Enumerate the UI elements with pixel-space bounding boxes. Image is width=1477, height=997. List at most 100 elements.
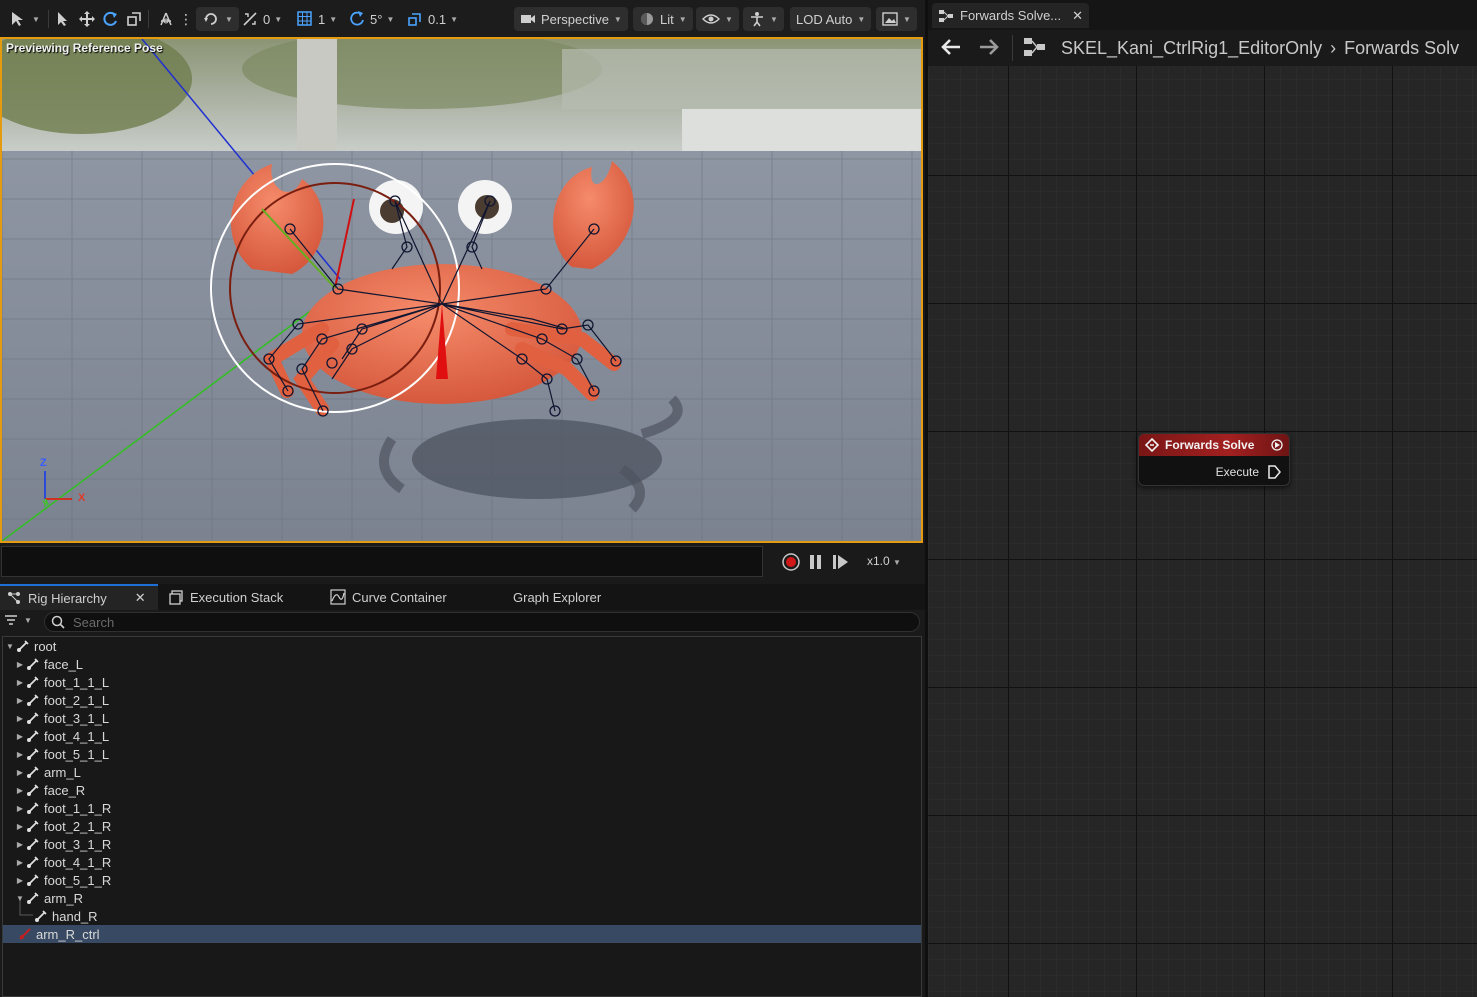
collapsed-arrow-icon[interactable]: ▶ <box>15 678 25 687</box>
execute-pin[interactable]: Execute <box>1216 464 1281 480</box>
tab-rig-hierarchy[interactable]: Rig Hierarchy ✕ <box>0 584 158 610</box>
tree-row[interactable]: ▶ face_R <box>3 781 921 799</box>
translate-tool-button[interactable] <box>78 7 96 31</box>
tree-row[interactable]: ▼ root <box>3 637 921 655</box>
expanded-arrow-icon[interactable]: ▼ <box>15 894 25 903</box>
bone-icon <box>25 675 41 689</box>
exec-pin-icon[interactable] <box>1267 464 1281 480</box>
viewport-scene <box>2 39 921 541</box>
pause-button[interactable] <box>808 553 824 574</box>
collapsed-arrow-icon[interactable]: ▶ <box>15 822 25 831</box>
expanded-arrow-icon[interactable]: ▼ <box>5 642 15 651</box>
show-flags-dropdown[interactable]: ▼ <box>696 7 739 31</box>
collapsed-arrow-icon[interactable]: ▶ <box>15 876 25 885</box>
collapsed-arrow-icon[interactable]: ▶ <box>15 804 25 813</box>
rotation-snap-dropdown[interactable]: 5° ▼ <box>348 7 394 31</box>
search-input[interactable] <box>73 614 873 630</box>
tree-row-label: face_R <box>44 782 86 798</box>
bone-icon <box>25 765 41 779</box>
tree-row[interactable]: ▶ foot_3_1_L <box>3 709 921 727</box>
tree-row[interactable]: ▶ arm_L <box>3 763 921 781</box>
collapsed-arrow-icon[interactable]: ▶ <box>15 840 25 849</box>
tab-graph-explorer[interactable]: Graph Explorer <box>507 584 607 610</box>
collapsed-arrow-icon[interactable]: ▶ <box>15 858 25 867</box>
move-icon <box>79 11 95 27</box>
node-header[interactable]: Forwards Solve <box>1139 434 1289 456</box>
grid-size-dropdown[interactable]: 1 ▼ <box>296 7 337 31</box>
close-icon[interactable]: ✕ <box>135 590 146 606</box>
tree-row[interactable]: ▼ arm_R <box>3 889 921 907</box>
breadcrumb-separator-icon: › <box>1330 37 1337 58</box>
preview-options-dropdown[interactable]: ▼ <box>743 7 784 31</box>
breadcrumb-current[interactable]: Forwards Solv <box>1344 38 1459 59</box>
tree-row[interactable]: ▶ foot_5_1_L <box>3 745 921 763</box>
forward-button[interactable] <box>978 38 1000 59</box>
forwards-solve-node[interactable]: Forwards Solve Execute <box>1138 433 1290 486</box>
tree-row[interactable]: ▶ foot_3_1_R <box>3 835 921 853</box>
axis-x-label: X <box>78 492 86 504</box>
playback-speed-dropdown[interactable]: x1.0 ▼ <box>867 554 901 568</box>
bone-icon <box>25 855 41 869</box>
graph-tab-bar: Forwards Solve... ✕ <box>928 0 1477 30</box>
tree-row[interactable]: arm_R_ctrl <box>3 925 921 943</box>
record-button[interactable] <box>782 553 800 574</box>
tree-row[interactable]: ▶ foot_1_1_L <box>3 673 921 691</box>
node-graph-canvas[interactable]: Forwards Solve Execute <box>928 66 1477 997</box>
grid-snap-value: 0 <box>263 11 271 27</box>
scale-snap-dropdown[interactable]: 0.1 ▼ <box>406 7 458 31</box>
mannequin-icon <box>751 12 763 27</box>
image-layout-icon <box>882 12 898 26</box>
tree-row[interactable]: ▶ foot_1_1_R <box>3 799 921 817</box>
viewport-layout-dropdown[interactable]: ▼ <box>876 7 917 31</box>
step-forward-button[interactable] <box>832 553 850 574</box>
rotate-tool-button[interactable] <box>101 7 119 31</box>
tree-row-label: foot_2_1_R <box>44 818 112 834</box>
panel-tabs: Rig Hierarchy ✕ Execution Stack Curve Co… <box>0 584 925 610</box>
lit-dropdown[interactable]: Lit ▼ <box>633 7 693 31</box>
tree-row-label: root <box>34 638 57 654</box>
bone-icon <box>25 783 41 797</box>
tab-curve-container[interactable]: Curve Container <box>324 584 453 610</box>
tree-row[interactable]: hand_R <box>3 907 921 925</box>
collapsed-arrow-icon[interactable]: ▶ <box>15 714 25 723</box>
select-mode-dropdown[interactable]: ▼ <box>8 7 40 31</box>
back-button[interactable] <box>940 38 962 59</box>
tree-row[interactable]: ▶ foot_5_1_R <box>3 871 921 889</box>
pivot-dropdown[interactable]: ▼ <box>196 7 239 31</box>
breadcrumb-root[interactable]: SKEL_Kani_CtrlRig1_EditorOnly <box>1061 38 1322 59</box>
arrow-right-icon <box>980 38 999 55</box>
arrow-left-icon <box>941 38 960 55</box>
collapsed-arrow-icon[interactable]: ▶ <box>15 660 25 669</box>
3d-viewport[interactable]: Previewing Reference Pose Z X Y <box>0 37 923 543</box>
tree-row-label: foot_1_1_L <box>44 674 110 690</box>
cursor-icon <box>58 12 67 26</box>
tree-row[interactable]: ▶ face_L <box>3 655 921 673</box>
bone-icon <box>25 657 41 671</box>
node-output-circle-icon[interactable] <box>1271 439 1283 451</box>
collapsed-arrow-icon[interactable]: ▶ <box>15 750 25 759</box>
tree-row[interactable]: ▶ foot_2_1_R <box>3 817 921 835</box>
perspective-dropdown[interactable]: Perspective ▼ <box>514 7 628 31</box>
tab-forwards-solve[interactable]: Forwards Solve... ✕ <box>932 3 1089 28</box>
tab-label: Execution Stack <box>190 589 284 605</box>
lod-dropdown[interactable]: LOD Auto ▼ <box>790 7 872 31</box>
collapsed-arrow-icon[interactable]: ▶ <box>15 786 25 795</box>
timeline-field[interactable] <box>1 546 763 577</box>
viewport-toolbar: ▼ ⋮ ▼ 0 ▼ 1 ▼ 5° ▼ 0.1 ▼ Perspective ▼ L… <box>0 0 925 38</box>
collapsed-arrow-icon[interactable]: ▶ <box>15 732 25 741</box>
collapsed-arrow-icon[interactable]: ▶ <box>15 696 25 705</box>
select-tool-button[interactable] <box>55 7 71 31</box>
perspective-label: Perspective <box>541 11 609 27</box>
scale-tool-button[interactable] <box>125 7 143 31</box>
tree-row[interactable]: ▶ foot_4_1_L <box>3 727 921 745</box>
collapsed-arrow-icon[interactable]: ▶ <box>15 768 25 777</box>
tab-execution-stack[interactable]: Execution Stack <box>162 584 289 610</box>
tree-row[interactable]: ▶ foot_4_1_R <box>3 853 921 871</box>
grid-snap-dropdown[interactable]: 0 ▼ <box>241 7 282 31</box>
filter-dropdown[interactable]: ▼ <box>4 614 32 626</box>
tree-row[interactable]: ▶ foot_2_1_L <box>3 691 921 709</box>
coordinate-system-button[interactable]: ⋮ <box>157 7 193 31</box>
lit-sphere-icon <box>641 13 653 25</box>
event-diamond-icon <box>1145 438 1159 452</box>
close-icon[interactable]: ✕ <box>1072 8 1083 24</box>
